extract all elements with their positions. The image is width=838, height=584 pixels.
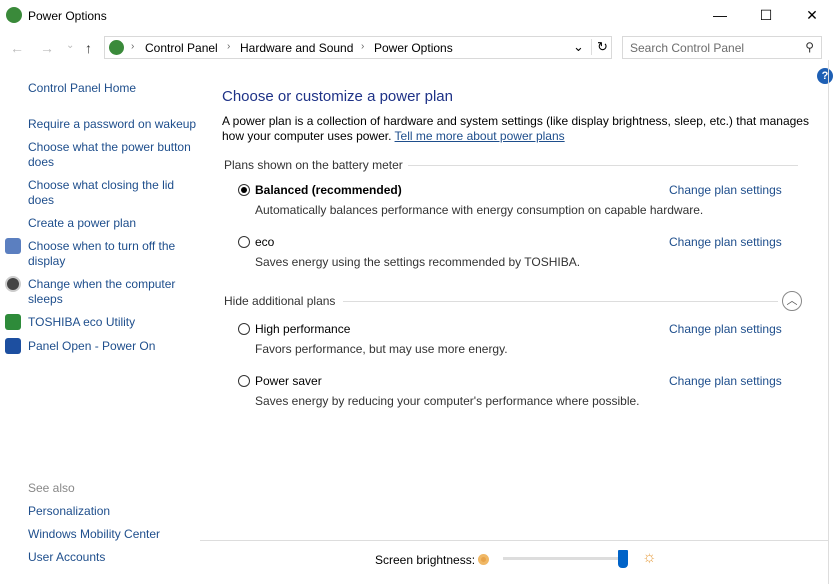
sidebar-toshiba-eco[interactable]: TOSHIBA eco Utility bbox=[28, 315, 198, 330]
divider bbox=[200, 540, 828, 541]
sidebar-turn-off-display[interactable]: Choose when to turn off the display bbox=[28, 239, 188, 269]
refresh-button[interactable]: ↻ bbox=[591, 39, 608, 55]
address-bar[interactable]: › Control Panel › Hardware and Sound › P… bbox=[104, 36, 612, 59]
plan-name-eco: eco bbox=[255, 235, 275, 249]
maximize-button[interactable]: ☐ bbox=[743, 0, 789, 32]
plan-desc-balanced: Automatically balances performance with … bbox=[255, 203, 704, 217]
change-plan-settings-power-saver[interactable]: Change plan settings bbox=[669, 374, 782, 388]
brightness-slider-track[interactable] bbox=[503, 557, 628, 560]
sidebar-require-password[interactable]: Require a password on wakeup bbox=[28, 117, 198, 132]
see-also-mobility-center[interactable]: Windows Mobility Center bbox=[28, 527, 198, 542]
radio-power-saver[interactable] bbox=[238, 375, 250, 387]
sidebar-closing-lid[interactable]: Choose what closing the lid does bbox=[28, 178, 188, 208]
sidebar-panel-open[interactable]: Panel Open - Power On bbox=[28, 339, 198, 354]
brightness-slider-thumb[interactable] bbox=[618, 550, 628, 568]
hide-additional-plans-label[interactable]: Hide additional plans bbox=[224, 294, 335, 308]
radio-balanced[interactable] bbox=[238, 184, 250, 196]
power-options-icon bbox=[109, 40, 124, 55]
see-also-personalization[interactable]: Personalization bbox=[28, 504, 198, 519]
divider bbox=[343, 301, 778, 302]
breadcrumb-control-panel[interactable]: Control Panel bbox=[145, 41, 218, 55]
display-clock-icon bbox=[5, 238, 21, 254]
toshiba-eco-icon bbox=[5, 314, 21, 330]
search-icon: ⚲ bbox=[805, 40, 814, 54]
forward-button[interactable]: → bbox=[40, 40, 54, 56]
change-plan-settings-eco[interactable]: Change plan settings bbox=[669, 235, 782, 249]
sidebar-computer-sleeps[interactable]: Change when the computer sleeps bbox=[28, 277, 188, 307]
page-title: Choose or customize a power plan bbox=[222, 88, 453, 105]
bright-sun-icon: ☼ bbox=[642, 549, 657, 566]
minimize-button[interactable]: — bbox=[697, 0, 743, 32]
sidebar-power-button[interactable]: Choose what the power button does bbox=[28, 140, 196, 170]
breadcrumb-power-options[interactable]: Power Options bbox=[374, 41, 453, 55]
dim-sun-icon bbox=[478, 554, 489, 565]
see-also-user-accounts[interactable]: User Accounts bbox=[28, 550, 198, 565]
sidebar-create-plan[interactable]: Create a power plan bbox=[28, 216, 198, 231]
sidebar-control-panel-home[interactable]: Control Panel Home bbox=[28, 81, 198, 96]
learn-more-link[interactable]: Tell me more about power plans bbox=[395, 129, 565, 143]
moon-icon bbox=[5, 276, 21, 292]
window-title: Power Options bbox=[28, 9, 107, 23]
plan-name-balanced: Balanced (recommended) bbox=[255, 183, 402, 197]
back-button[interactable]: ← bbox=[10, 40, 24, 56]
plan-name-power-saver: Power saver bbox=[255, 374, 322, 388]
collapse-chevron-up-icon[interactable]: ︿ bbox=[782, 291, 802, 311]
power-options-icon bbox=[6, 7, 22, 23]
chevron-right-icon: › bbox=[227, 41, 231, 52]
plan-desc-eco: Saves energy using the settings recommen… bbox=[255, 255, 581, 269]
gear-icon bbox=[5, 338, 21, 354]
brightness-label: Screen brightness: bbox=[375, 553, 476, 567]
address-dropdown-button[interactable]: ⌄ bbox=[573, 39, 584, 55]
close-button[interactable]: ✕ bbox=[789, 0, 835, 32]
change-plan-settings-high-performance[interactable]: Change plan settings bbox=[669, 322, 782, 336]
battery-meter-group-label: Plans shown on the battery meter bbox=[224, 158, 403, 172]
plan-desc-power-saver: Saves energy by reducing your computer's… bbox=[255, 394, 640, 408]
search-placeholder: Search Control Panel bbox=[630, 41, 745, 55]
up-button[interactable]: ↑ bbox=[85, 40, 92, 56]
breadcrumb-hardware-and-sound[interactable]: Hardware and Sound bbox=[240, 41, 353, 55]
plan-desc-high-performance: Favors performance, but may use more ene… bbox=[255, 342, 508, 356]
change-plan-settings-balanced[interactable]: Change plan settings bbox=[669, 183, 782, 197]
see-also-heading: See also bbox=[28, 481, 75, 495]
search-input[interactable]: Search Control Panel ⚲ bbox=[622, 36, 822, 59]
scrollbar[interactable] bbox=[828, 60, 838, 584]
radio-high-performance[interactable] bbox=[238, 323, 250, 335]
chevron-right-icon: › bbox=[361, 41, 365, 52]
radio-eco[interactable] bbox=[238, 236, 250, 248]
chevron-right-icon: › bbox=[131, 41, 135, 52]
page-description: A power plan is a collection of hardware… bbox=[222, 114, 812, 144]
recent-locations-button[interactable]: ⌄ bbox=[66, 40, 74, 51]
plan-name-high-performance: High performance bbox=[255, 322, 351, 336]
divider bbox=[408, 165, 798, 166]
title-bar: Power Options — ☐ ✕ bbox=[0, 0, 838, 32]
